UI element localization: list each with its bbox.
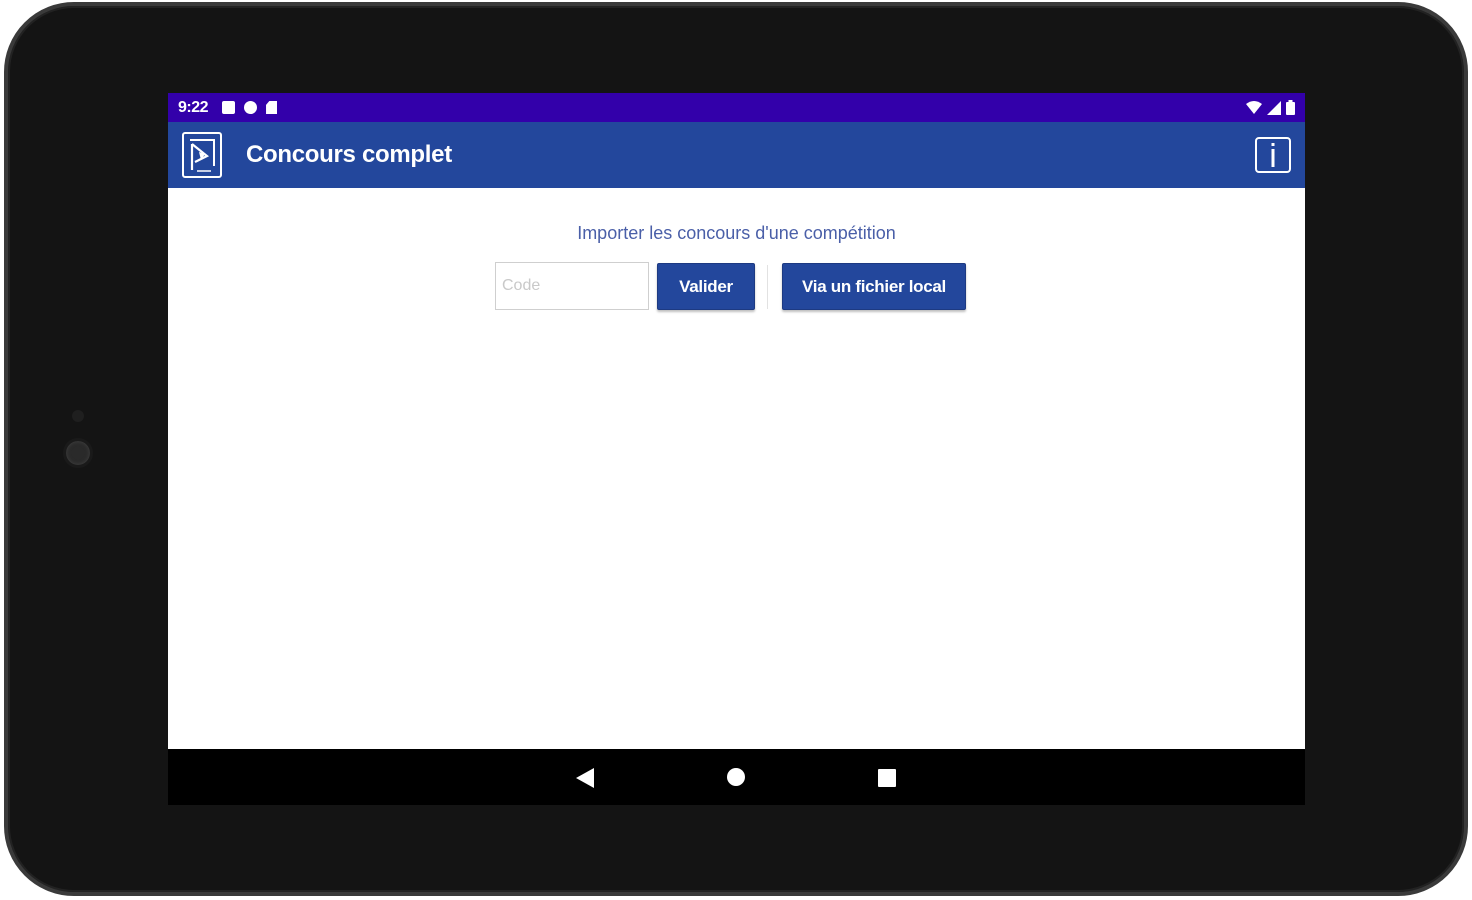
status-bar: 9:22 xyxy=(168,93,1305,122)
status-time: 9:22 xyxy=(178,98,209,116)
recents-icon[interactable] xyxy=(878,769,896,787)
app-bar: Concours complet xyxy=(168,122,1305,188)
validate-button[interactable]: Valider xyxy=(657,263,755,310)
battery-icon xyxy=(1286,100,1295,115)
back-icon[interactable] xyxy=(576,768,594,788)
app-logo-icon xyxy=(182,132,222,178)
local-file-button[interactable]: Via un fichier local xyxy=(782,263,966,310)
wifi-icon xyxy=(1246,100,1262,114)
divider xyxy=(767,265,768,309)
status-icons-right xyxy=(1246,100,1295,115)
notification-icon xyxy=(222,101,236,114)
signal-icon xyxy=(1267,100,1281,115)
data-saver-icon xyxy=(244,101,258,114)
info-icon xyxy=(1271,143,1275,167)
code-input[interactable] xyxy=(495,262,649,310)
front-camera xyxy=(63,438,93,468)
sd-card-icon xyxy=(266,101,278,114)
navigation-bar xyxy=(168,749,1305,805)
screen: 9:22 Concours complet Importer les conco… xyxy=(168,93,1305,805)
home-icon[interactable] xyxy=(727,768,745,786)
import-label: Importer les concours d'une compétition xyxy=(577,223,896,243)
status-icons-left xyxy=(222,101,278,114)
info-button[interactable] xyxy=(1255,137,1291,173)
sensor-dot xyxy=(72,410,84,422)
app-title: Concours complet xyxy=(246,141,452,168)
